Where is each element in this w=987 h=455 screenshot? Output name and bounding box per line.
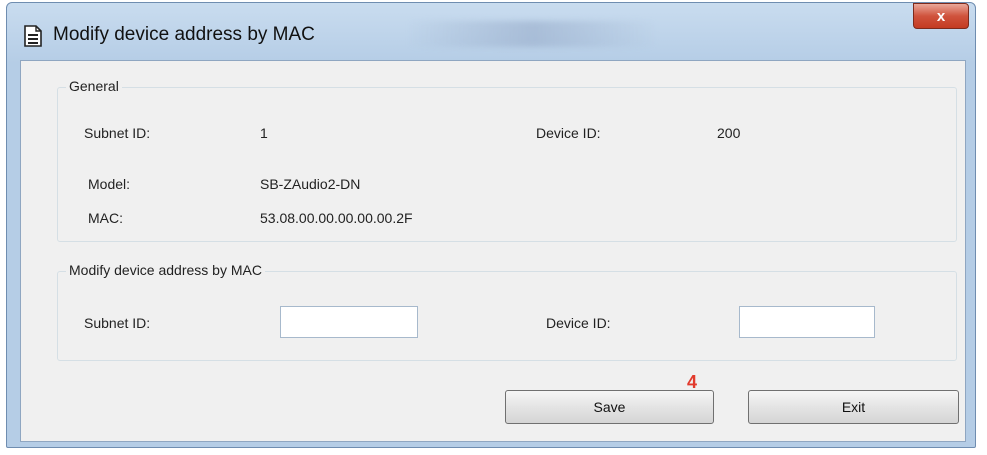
exit-button[interactable]: Exit (748, 390, 959, 424)
device-id-label: Device ID: (536, 125, 601, 141)
save-button[interactable]: Save (505, 390, 714, 424)
subnet-id-input[interactable] (280, 306, 418, 338)
subnet-id-label: Subnet ID: (84, 125, 151, 141)
device-id-value: 200 (717, 125, 741, 141)
dialog-window: Modify device address by MAC x General S… (6, 2, 976, 448)
modify-address-group: Modify device address by MAC Subnet ID: … (57, 262, 957, 361)
device-id-input[interactable] (739, 306, 875, 338)
title-bar[interactable]: Modify device address by MAC x (7, 3, 975, 61)
modify-group-title: Modify device address by MAC (66, 262, 265, 278)
model-label: Model: (88, 176, 131, 192)
new-device-id-label: Device ID: (546, 315, 611, 331)
mac-value: 53.08.00.00.00.00.00.2F (260, 210, 413, 226)
window-title: Modify device address by MAC (53, 24, 315, 45)
new-subnet-id-label: Subnet ID: (84, 315, 151, 331)
model-value: SB-ZAudio2-DN (260, 176, 361, 192)
mac-label: MAC: (88, 210, 123, 226)
dialog-body: General Subnet ID: 1 Device ID: 200 Mode… (20, 60, 966, 442)
close-button[interactable]: x (913, 3, 969, 29)
general-group-title: General (66, 78, 122, 94)
blurred-background-text (407, 21, 657, 47)
close-icon: x (936, 7, 946, 25)
general-group: General Subnet ID: 1 Device ID: 200 Mode… (57, 78, 957, 242)
subnet-id-value: 1 (260, 125, 268, 141)
document-icon (23, 25, 43, 47)
